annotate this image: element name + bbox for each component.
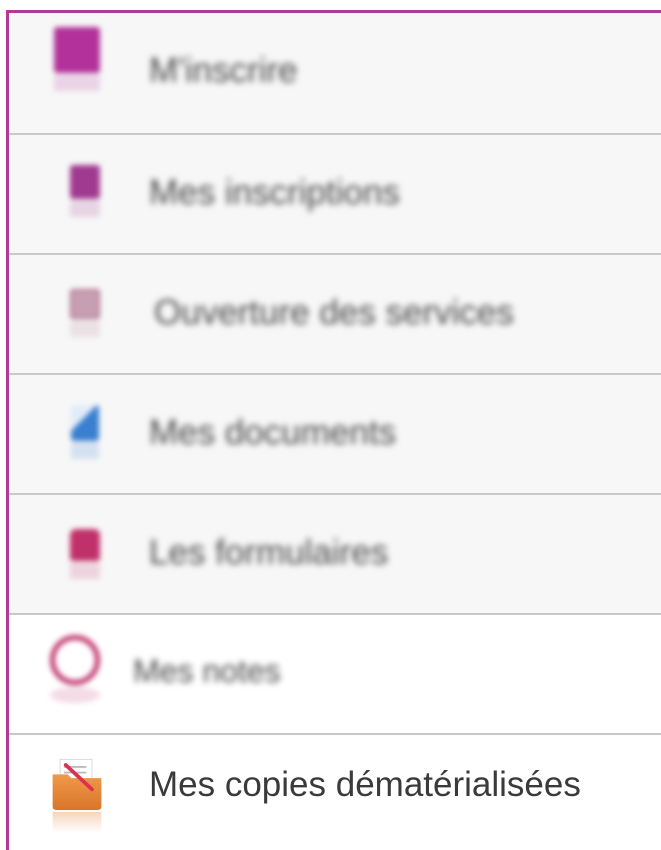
documents-icon [55,405,115,485]
menu-item-label: Les formulaires [149,533,389,572]
services-icon [55,289,115,369]
forms-icon [55,529,115,609]
menu-item-label: Ouverture des services [154,293,514,332]
menu-item-label: Mes copies dématérialisées [149,765,581,804]
menu-item-formulaires[interactable]: Les formulaires [9,495,661,615]
menu-item-documents[interactable]: Mes documents [9,375,661,495]
side-menu: M'inscrire Mes inscriptions Ouverture de… [9,13,661,845]
menu-item-inscrire[interactable]: M'inscrire [9,13,661,135]
menu-item-inscriptions[interactable]: Mes inscriptions [9,135,661,255]
notes-icon [45,635,105,715]
menu-item-label: M'inscrire [149,51,298,90]
register-icon [47,27,107,107]
menu-item-label: Mes notes [133,653,281,689]
inscriptions-icon [55,165,115,245]
menu-frame: M'inscrire Mes inscriptions Ouverture de… [6,10,661,850]
menu-item-notes[interactable]: Mes notes [9,615,661,735]
menu-item-label: Mes documents [149,413,397,452]
folder-icon [47,753,107,833]
menu-item-services[interactable]: Ouverture des services [9,255,661,375]
menu-item-label: Mes inscriptions [149,173,400,212]
menu-item-copies[interactable]: Mes copies dématérialisées [9,735,661,845]
